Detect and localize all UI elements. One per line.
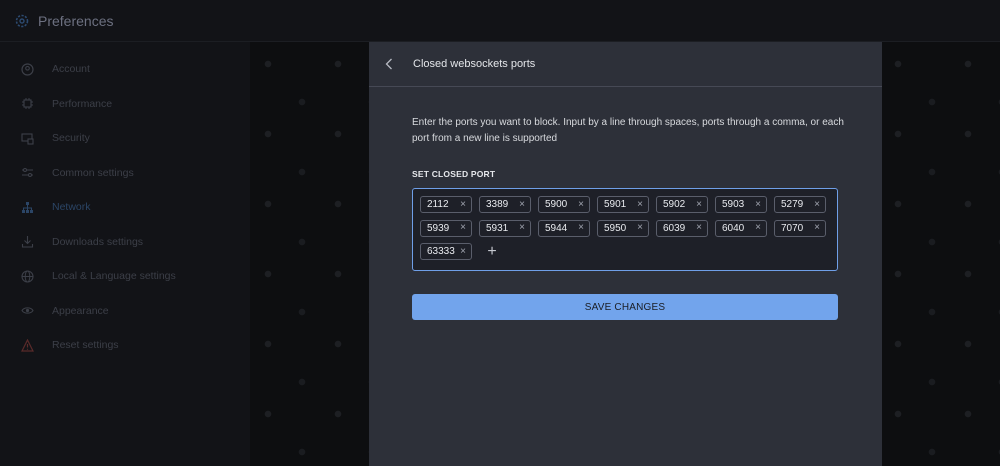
port-tag: 7070 × [774, 219, 826, 237]
port-tag-label: 5901 [604, 199, 627, 210]
sidebar-item-label: Downloads settings [52, 235, 144, 248]
port-tag: 2112 × [420, 196, 472, 213]
remove-tag-icon[interactable]: × [814, 223, 820, 233]
port-tag-label: 5939 [427, 222, 450, 234]
port-tag-label: 5900 [545, 199, 568, 210]
dialog-title: Closed websockets ports [413, 58, 536, 70]
remove-tag-icon[interactable]: × [814, 199, 820, 210]
port-tag-label: 5279 [781, 199, 804, 210]
port-tag: 5901 × [597, 196, 649, 213]
remove-tag-icon[interactable]: × [637, 223, 643, 233]
add-port-icon[interactable]: + [481, 243, 503, 260]
sidebar-item-label: Security [52, 132, 90, 145]
remove-tag-icon[interactable]: × [696, 199, 702, 210]
dialog-header: Closed websockets ports [369, 42, 882, 87]
user-icon [20, 62, 34, 76]
remove-tag-icon[interactable]: × [755, 199, 761, 210]
port-tag-label: 5944 [545, 222, 568, 234]
sidebar-item-common-settings[interactable]: Common settings [0, 156, 250, 191]
remove-tag-icon[interactable]: × [460, 246, 466, 257]
sidebar-item-label: Reset settings [52, 339, 119, 352]
remove-tag-icon[interactable]: × [696, 223, 702, 233]
sidebar-item-label: Appearance [52, 304, 109, 317]
port-tag: 5900 × [538, 196, 590, 213]
globe-icon [20, 269, 34, 283]
remove-tag-icon[interactable]: × [519, 199, 525, 210]
port-tag-input[interactable]: 2112 × 3389 × 5900 × 5901 × 5902 × 5903 × 5279 × 5939 ×… [412, 188, 838, 271]
port-tag: 5931 × [479, 219, 531, 237]
port-tag-label: 6040 [722, 222, 745, 234]
port-tag-label: 7070 [781, 222, 804, 234]
port-tag-label: 63333 [427, 246, 455, 257]
network-icon [20, 200, 34, 214]
app-title: Preferences [38, 12, 114, 29]
port-tag: 5939 × [420, 219, 472, 237]
sidebar: Account Performance Security Common sett… [0, 42, 250, 466]
remove-tag-icon[interactable]: × [460, 199, 466, 210]
port-tag: 5902 × [656, 196, 708, 213]
port-tag: 5279 × [774, 196, 826, 213]
port-tag: 3389 × [479, 196, 531, 213]
sidebar-item-label: Common settings [52, 166, 134, 179]
sidebar-item-label: Local & Language settings [52, 270, 176, 283]
port-tag: 5903 × [715, 196, 767, 213]
sidebar-item-label: Account [52, 63, 90, 76]
sidebar-item-reset[interactable]: Reset settings [0, 328, 250, 363]
section-label: SET CLOSED PORT [412, 169, 496, 179]
security-icon [20, 131, 34, 145]
port-tag-label: 5903 [722, 199, 745, 210]
dialog-description: Enter the ports you want to block. Input… [412, 117, 844, 144]
sliders-icon [20, 166, 34, 180]
sidebar-item-network[interactable]: Network [0, 190, 250, 225]
port-tag: 6040 × [715, 219, 767, 237]
remove-tag-icon[interactable]: × [578, 223, 584, 233]
port-tag-label: 5950 [604, 222, 627, 234]
warning-icon [20, 338, 34, 352]
sidebar-item-account[interactable]: Account [0, 52, 250, 87]
sidebar-item-label: Performance [52, 97, 113, 110]
title-bar: Preferences [0, 0, 1000, 42]
back-arrow-icon[interactable] [383, 57, 395, 71]
port-tag-label: 2112 [427, 199, 449, 210]
download-icon [20, 235, 34, 249]
remove-tag-icon[interactable]: × [519, 223, 525, 233]
port-tag-label: 5902 [663, 199, 686, 210]
port-tag-label: 6039 [663, 222, 686, 234]
eye-icon [20, 304, 34, 318]
remove-tag-icon[interactable]: × [578, 199, 584, 210]
sidebar-item-downloads[interactable]: Downloads settings [0, 225, 250, 260]
remove-tag-icon[interactable]: × [637, 199, 643, 210]
sidebar-item-appearance[interactable]: Appearance [0, 294, 250, 329]
closed-ports-dialog: Closed websockets ports Enter the ports … [369, 42, 882, 466]
sidebar-item-label: Network [52, 201, 91, 214]
port-tag: 6039 × [656, 219, 708, 237]
port-tag: 5944 × [538, 219, 590, 237]
sidebar-item-performance[interactable]: Performance [0, 87, 250, 122]
save-changes-button[interactable]: SAVE CHANGES [412, 294, 838, 320]
chip-icon [20, 97, 34, 111]
port-tag: 5950 × [597, 219, 649, 237]
remove-tag-icon[interactable]: × [755, 223, 761, 233]
sidebar-item-language[interactable]: Local & Language settings [0, 259, 250, 294]
port-tag-label: 5931 [486, 222, 509, 234]
remove-tag-icon[interactable]: × [460, 223, 466, 233]
port-tag: 63333 × [420, 243, 472, 260]
port-tag-label: 3389 [486, 199, 509, 210]
gear-icon [14, 13, 30, 29]
sidebar-item-security[interactable]: Security [0, 121, 250, 156]
